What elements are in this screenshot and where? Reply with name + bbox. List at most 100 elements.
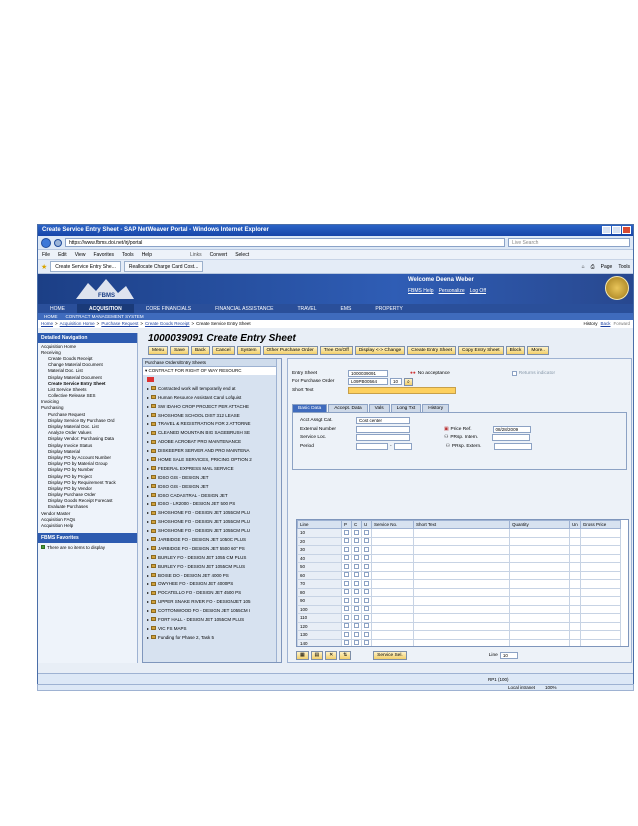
flag-cell[interactable] (361, 562, 372, 572)
grid-cell[interactable] (569, 579, 581, 589)
tree-item[interactable]: ▸ UPPER SNAKE RIVER FO - DESIGNJET 105 (143, 597, 281, 606)
tree-item[interactable]: ▸ OWYHEE FO - DESIGN JET 4000PS (143, 579, 281, 588)
sort-icon[interactable]: ⇅ (339, 651, 352, 660)
personalize-link[interactable]: Personalize (439, 288, 465, 294)
grid-cell[interactable] (509, 570, 570, 580)
row-checkbox[interactable] (364, 597, 369, 603)
flag-cell[interactable] (351, 587, 362, 597)
acct-assgt-select[interactable]: Cost center (356, 417, 410, 425)
row-checkbox[interactable] (344, 623, 349, 629)
favorites-star-icon[interactable]: ★ (41, 263, 47, 271)
grid-cell[interactable] (579, 579, 621, 589)
flag-cell[interactable] (361, 528, 372, 538)
expand-arrow-icon[interactable]: ▸ (147, 599, 149, 604)
flag-cell[interactable] (351, 604, 362, 614)
nav-core-financials[interactable]: CORE FINANCIALS (134, 304, 203, 313)
menu-favorites[interactable]: Favorites (93, 252, 114, 258)
row-checkbox[interactable] (364, 623, 369, 629)
nav-property[interactable]: PROPERTY (363, 304, 414, 313)
table-row[interactable]: 10 (297, 528, 621, 538)
flag-cell[interactable] (351, 570, 362, 580)
row-checkbox[interactable] (364, 555, 369, 561)
row-checkbox[interactable] (364, 631, 369, 637)
row-checkbox[interactable] (344, 538, 349, 544)
grid-cell[interactable] (509, 536, 570, 546)
menu-file[interactable]: File (42, 252, 50, 258)
po-search-icon[interactable]: ⌕ (404, 377, 413, 386)
entry-sheet-field[interactable]: 1000039091 (348, 369, 388, 377)
expand-arrow-icon[interactable]: ▸ (147, 590, 149, 595)
subnav-contract-mgmt[interactable]: CONTRACT MANAGEMENT SYSTEM (66, 314, 144, 319)
tree-item[interactable]: ▸ BURLEY FO - DESIGN JET 1055 CM PLUS (143, 553, 281, 562)
grid-cell[interactable] (569, 553, 581, 563)
grid-cell[interactable] (579, 553, 621, 563)
grid-cell[interactable] (579, 596, 621, 606)
tree-item[interactable]: ▸ ADOBE ACROBAT PRO MAINTENANCE (143, 437, 281, 446)
flag-cell[interactable] (361, 553, 372, 563)
flag-cell[interactable] (351, 630, 362, 640)
grid-cell[interactable] (413, 528, 510, 538)
flag-cell[interactable] (361, 604, 372, 614)
expand-arrow-icon[interactable]: ▸ (147, 421, 149, 426)
expand-arrow-icon[interactable]: ▸ (147, 608, 149, 613)
flag-cell[interactable] (361, 621, 372, 631)
row-checkbox[interactable] (354, 589, 359, 595)
column-header[interactable]: C (351, 520, 362, 529)
tree-item[interactable]: ▸ BOISE DO - DESIGN JET 4000 PS (143, 571, 281, 580)
expand-arrow-icon[interactable]: ▸ (147, 555, 149, 560)
tab-create-service-entry[interactable]: Create Service Entry She... (50, 261, 121, 272)
expand-arrow-icon[interactable]: ▸ (147, 448, 149, 453)
table-row[interactable]: 50 (297, 562, 621, 572)
grid-cell[interactable] (371, 596, 414, 606)
grid-cell[interactable] (371, 545, 414, 555)
grid-cell[interactable] (413, 553, 510, 563)
convert-button[interactable]: Convert (210, 252, 228, 258)
back-arrow-icon[interactable] (41, 237, 51, 248)
zoom-text[interactable]: 100% (545, 685, 557, 690)
grid-cell[interactable] (569, 545, 581, 555)
expand-arrow-icon[interactable]: ▸ (147, 404, 149, 409)
row-checkbox[interactable] (344, 597, 349, 603)
row-checkbox[interactable] (344, 640, 349, 646)
tree-item[interactable]: ▸ HOME SALE SERVICES, PRICING OPTION 2 (143, 455, 281, 464)
grid-cell[interactable] (569, 638, 581, 646)
table-row[interactable]: 120 (297, 621, 621, 631)
grid-cell[interactable] (569, 570, 581, 580)
grid-cell[interactable] (569, 613, 581, 623)
tree-item[interactable]: ▸ CLEANED MOUNTAIN BIG SAGEBRUSH SE (143, 428, 281, 437)
grid-cell[interactable] (509, 596, 570, 606)
flag-cell[interactable] (351, 613, 362, 623)
row-checkbox[interactable] (344, 631, 349, 637)
grid-cell[interactable] (413, 596, 510, 606)
grid-cell[interactable] (371, 613, 414, 623)
grid-cell[interactable] (371, 570, 414, 580)
expand-arrow-icon[interactable]: ▸ (147, 573, 149, 578)
grid-cell[interactable] (413, 638, 510, 646)
nav-travel[interactable]: TRAVEL (285, 304, 328, 313)
fbms-help-link[interactable]: FBMS Help (408, 288, 434, 294)
grid-cell[interactable] (579, 613, 621, 623)
flag-cell[interactable] (341, 638, 352, 646)
tree-item[interactable]: ▸ TRAVEL & REGISTRATION FOR 2 ATTORNE (143, 419, 281, 428)
flag-cell[interactable] (341, 579, 352, 589)
row-checkbox[interactable] (364, 563, 369, 569)
grid-cell[interactable] (509, 553, 570, 563)
grid-cell[interactable] (509, 528, 570, 538)
flag-cell[interactable] (341, 604, 352, 614)
logoff-link[interactable]: Log Off (470, 288, 486, 294)
tree-item[interactable]: ▸ SHOSHONE FO - DESIGN JET 1055CM PLU (143, 508, 281, 517)
column-header[interactable]: Short Text (413, 520, 510, 529)
expand-arrow-icon[interactable]: ▸ (147, 501, 149, 506)
url-input[interactable]: https://www.fbms.doi.net/irj/portal (65, 238, 505, 247)
select-button[interactable]: Select (235, 252, 249, 258)
grid-cell[interactable] (579, 621, 621, 631)
row-checkbox[interactable] (354, 623, 359, 629)
expand-arrow-icon[interactable]: ▸ (147, 457, 149, 462)
grid-cell[interactable] (579, 562, 621, 572)
menu-edit[interactable]: Edit (58, 252, 67, 258)
grid-cell[interactable] (413, 604, 510, 614)
tree-item[interactable]: ▸ SHOSHONE FO - DESIGN JET 1055CM PLU (143, 526, 281, 535)
grid-cell[interactable] (509, 638, 570, 646)
returns-indicator-checkbox[interactable] (511, 370, 517, 376)
row-checkbox[interactable] (354, 563, 359, 569)
